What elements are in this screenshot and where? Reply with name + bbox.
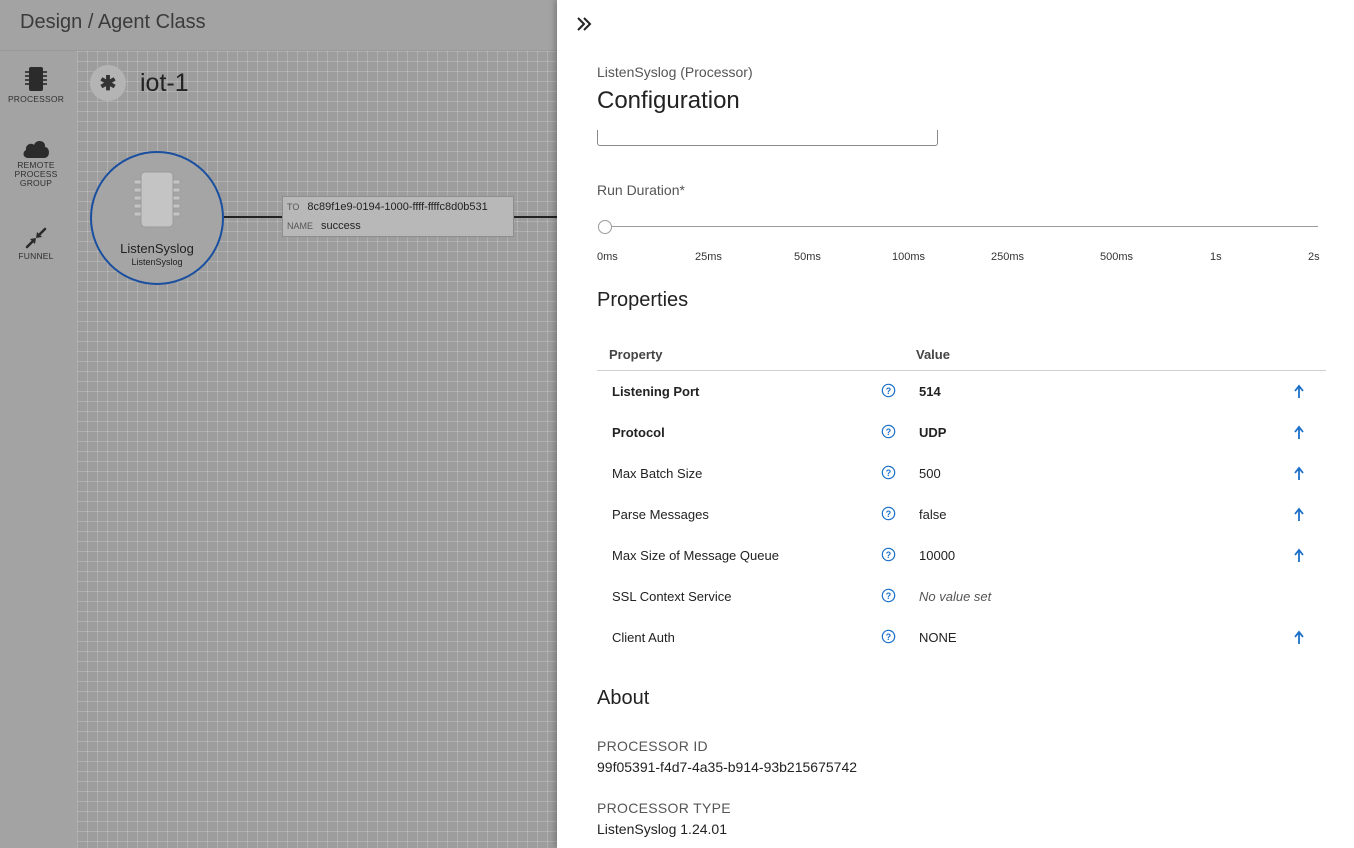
property-value[interactable]: 10000 <box>919 548 955 563</box>
svg-text:?: ? <box>886 550 891 560</box>
run-duration-label: Run Duration* <box>597 182 685 198</box>
help-icon[interactable]: ? <box>881 383 896 398</box>
about-heading: About <box>597 687 650 709</box>
help-icon[interactable]: ? <box>881 629 896 644</box>
tick-label: 2s <box>1308 251 1320 263</box>
property-name: Max Size of Message Queue <box>612 548 779 563</box>
palette-item-funnel[interactable]: FUNNEL <box>0 226 72 261</box>
property-name: Max Batch Size <box>612 466 703 481</box>
palette-item-processor[interactable]: PROCESSOR <box>0 65 72 104</box>
palette-label-rpg-3: GROUP <box>19 178 53 188</box>
connection-to-key: TO <box>287 202 300 212</box>
collapse-panel-icon[interactable] <box>574 14 594 34</box>
processor-type-value: ListenSyslog 1.24.01 <box>597 821 727 837</box>
configuration-panel: ListenSyslog (Processor) Configuration R… <box>557 0 1354 848</box>
cloud-icon <box>23 141 49 158</box>
property-value[interactable]: UDP <box>919 425 946 440</box>
help-icon[interactable]: ? <box>881 547 896 562</box>
processor-type: ListenSyslog <box>131 257 183 267</box>
properties-heading: Properties <box>597 289 689 311</box>
property-value[interactable]: 514 <box>919 384 941 399</box>
funnel-icon <box>25 227 47 249</box>
property-name: Protocol <box>612 425 665 440</box>
processor-icon <box>25 67 47 91</box>
help-icon[interactable]: ? <box>881 506 896 521</box>
svg-text:?: ? <box>886 386 891 396</box>
processor-id-label: PROCESSOR ID <box>597 738 708 754</box>
connection-name-value: success <box>321 220 361 232</box>
svg-text:?: ? <box>886 632 891 642</box>
table-row[interactable]: Listening Port ? 514 <box>597 371 1326 412</box>
tick-label: 250ms <box>991 251 1025 263</box>
palette-label-processor: PROCESSOR <box>7 94 65 104</box>
processor-id-value: 99f05391-f4d7-4a35-b914-93b215675742 <box>597 759 858 775</box>
processor-type-label: PROCESSOR TYPE <box>597 800 731 816</box>
svg-text:?: ? <box>886 427 891 437</box>
palette-item-remote-process-group[interactable]: REMOTE PROCESS GROUP <box>0 137 72 188</box>
flow-badge-icon: ✱ <box>90 65 126 101</box>
table-row[interactable]: SSL Context Service ? No value set <box>597 576 1326 617</box>
arrow-up-icon[interactable] <box>1291 383 1307 399</box>
run-duration-slider-thumb[interactable] <box>598 220 612 234</box>
property-value[interactable]: false <box>919 507 946 522</box>
tick-label: 25ms <box>695 251 722 263</box>
table-row[interactable]: Client Auth ? NONE <box>597 617 1326 658</box>
table-row[interactable]: Max Size of Message Queue ? 10000 <box>597 535 1326 576</box>
help-icon[interactable]: ? <box>881 465 896 480</box>
panel-title: Configuration <box>597 87 740 114</box>
property-value[interactable]: NONE <box>919 630 957 645</box>
table-row[interactable]: Parse Messages ? false <box>597 494 1326 535</box>
property-name: Listening Port <box>612 384 700 399</box>
connection-to-value: 8c89f1e9-0194-1000-ffff-ffffc8d0b531 <box>307 201 488 213</box>
palette-label-funnel: FUNNEL <box>18 251 54 261</box>
property-name: SSL Context Service <box>612 589 732 604</box>
panel-subtitle: ListenSyslog (Processor) <box>597 64 753 80</box>
arrow-up-icon[interactable] <box>1291 547 1307 563</box>
component-palette: PROCESSOR REMOTE PROCESS GROUP FUNNEL <box>0 51 77 848</box>
table-row[interactable]: Protocol ? UDP <box>597 412 1326 453</box>
connection-label[interactable]: TO 8c89f1e9-0194-1000-ffff-ffffc8d0b531 … <box>282 196 514 237</box>
value-column-header: Value <box>916 347 950 362</box>
arrow-up-icon[interactable] <box>1291 629 1307 645</box>
property-value[interactable]: 500 <box>919 466 941 481</box>
processor-node[interactable]: ListenSyslog ListenSyslog <box>90 151 224 285</box>
flow-canvas[interactable]: ✱ iot-1 ListenSyslog ListenSyslog TO 8c8… <box>77 51 557 848</box>
tick-label: 100ms <box>892 251 926 263</box>
arrow-up-icon[interactable] <box>1291 506 1307 522</box>
page-title: Design / Agent Class <box>20 11 206 33</box>
previous-input-field[interactable] <box>597 130 938 146</box>
flow-name: iot-1 <box>140 69 189 97</box>
property-value[interactable]: No value set <box>919 589 991 604</box>
run-duration-slider-track[interactable] <box>605 226 1318 227</box>
tick-label: 500ms <box>1100 251 1134 263</box>
property-column-header: Property <box>609 347 663 362</box>
tick-label: 50ms <box>794 251 821 263</box>
processor-name: ListenSyslog <box>120 241 194 256</box>
help-icon[interactable]: ? <box>881 424 896 439</box>
svg-text:?: ? <box>886 591 891 601</box>
help-icon[interactable]: ? <box>881 588 896 603</box>
svg-text:?: ? <box>886 509 891 519</box>
arrow-up-icon[interactable] <box>1291 424 1307 440</box>
table-row[interactable]: Max Batch Size ? 500 <box>597 453 1326 494</box>
arrow-up-icon[interactable] <box>1291 465 1307 481</box>
tick-label: 0ms <box>597 251 618 263</box>
property-name: Parse Messages <box>612 507 709 522</box>
svg-text:?: ? <box>886 468 891 478</box>
tick-label: 1s <box>1210 251 1222 263</box>
property-name: Client Auth <box>612 630 675 645</box>
connection-name-key: NAME <box>287 221 314 231</box>
processor-chip-icon <box>133 171 181 228</box>
